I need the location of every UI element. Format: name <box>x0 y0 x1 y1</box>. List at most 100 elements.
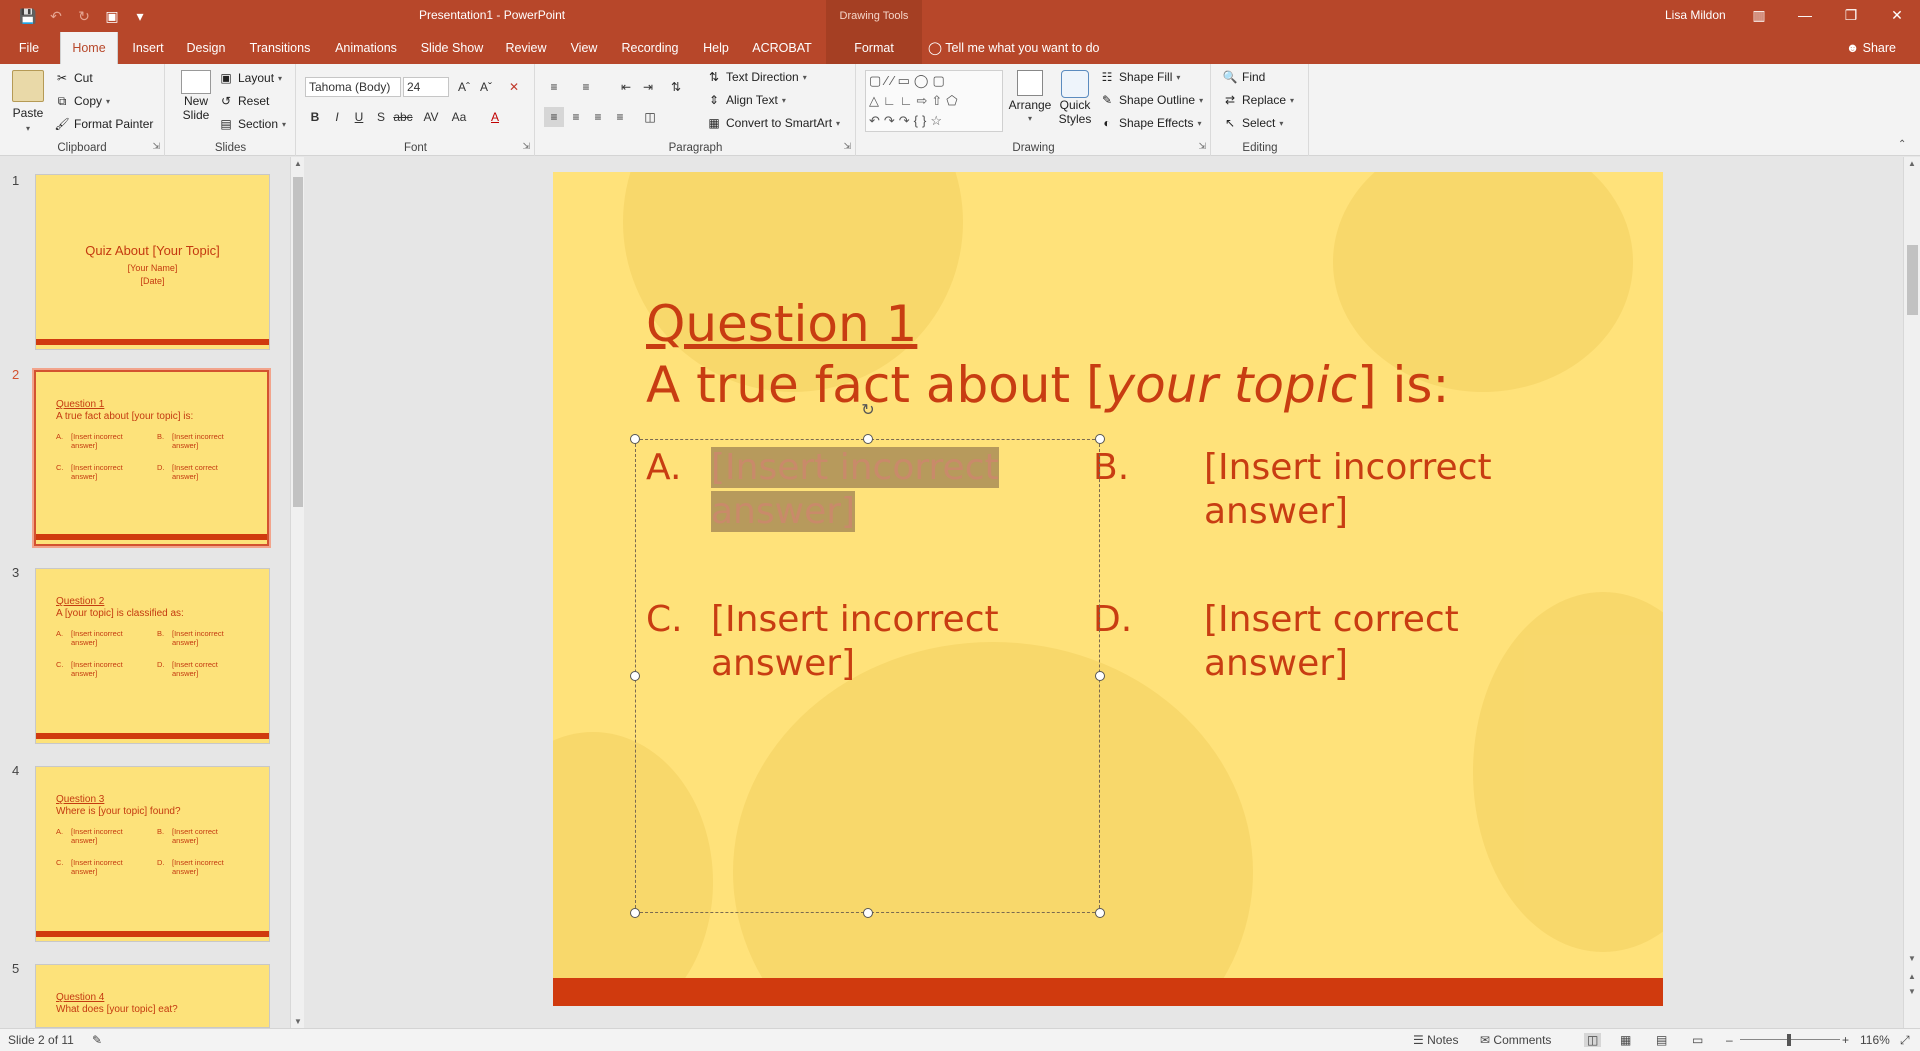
selected-text-box[interactable]: ↻ <box>630 402 1105 918</box>
shape-outline-button[interactable]: ✎ Shape Outline ▾ <box>1099 92 1203 108</box>
align-center-icon[interactable]: ≡ <box>566 107 586 127</box>
font-size-combo[interactable]: 24 <box>403 77 449 97</box>
bold-icon[interactable]: B <box>305 107 325 127</box>
dialog-launcher-icon[interactable]: ⇲ <box>1198 141 1206 152</box>
slide-sorter-icon[interactable]: ▦ <box>1620 1033 1631 1047</box>
line-spacing-icon[interactable]: ⇅ <box>666 77 686 97</box>
slide-question-title[interactable]: Question 1 <box>646 295 917 353</box>
tab-review[interactable]: Review <box>501 32 551 64</box>
paste-button[interactable]: Paste ▾ <box>10 70 46 133</box>
copy-button[interactable]: ⧉ Copy ▾ <box>54 93 110 109</box>
align-right-icon[interactable]: ≡ <box>588 107 608 127</box>
tab-insert[interactable]: Insert <box>128 32 168 64</box>
previous-slide-icon[interactable]: ▲ <box>1908 972 1916 981</box>
slide-scroll-thumb[interactable] <box>1907 245 1918 315</box>
layout-button[interactable]: ▣ Layout ▾ <box>218 70 282 86</box>
dialog-launcher-icon[interactable]: ⇲ <box>522 141 530 152</box>
scroll-up-icon[interactable]: ▲ <box>1908 159 1916 168</box>
tab-animations[interactable]: Animations <box>330 32 402 64</box>
redo-icon[interactable]: ↻ <box>74 6 94 26</box>
columns-icon[interactable]: ◫ <box>640 107 660 127</box>
change-case-icon[interactable]: Aa <box>449 107 469 127</box>
slide-show-icon[interactable]: ▭ <box>1692 1033 1703 1047</box>
resize-handle[interactable] <box>863 908 873 918</box>
resize-handle[interactable] <box>630 671 640 681</box>
user-name[interactable]: Lisa Mildon <box>1665 8 1726 22</box>
tab-transitions[interactable]: Transitions <box>244 32 316 64</box>
resize-handle[interactable] <box>630 434 640 444</box>
select-button[interactable]: ↖ Select ▾ <box>1222 115 1283 131</box>
tab-format[interactable]: Format <box>826 32 922 64</box>
undo-icon[interactable]: ↶ <box>46 6 66 26</box>
strikethrough-icon[interactable]: abc <box>393 107 413 127</box>
bullets-icon[interactable]: ≡ <box>544 77 564 97</box>
minimize-button[interactable]: — <box>1782 0 1828 32</box>
option-text-d[interactable]: [Insert correct answer] <box>1204 598 1459 686</box>
increase-indent-icon[interactable]: ⇥ <box>638 77 658 97</box>
justify-icon[interactable]: ≡ <box>610 107 630 127</box>
slide-thumbnail-1[interactable]: Quiz About [Your Topic] [Your Name] [Dat… <box>35 174 270 350</box>
clear-formatting-icon[interactable]: ✕ <box>504 77 524 97</box>
zoom-slider-thumb[interactable] <box>1787 1034 1791 1046</box>
new-slide-button[interactable]: New Slide <box>176 70 216 122</box>
scroll-up-icon[interactable]: ▲ <box>294 159 302 168</box>
character-spacing-icon[interactable]: AV <box>421 107 441 127</box>
comments-button[interactable]: ✉ Comments <box>1480 1033 1551 1047</box>
zoom-level[interactable]: 116% <box>1860 1033 1890 1047</box>
increase-font-icon[interactable]: Aˆ <box>454 77 474 97</box>
slide-canvas[interactable]: Question 1 A true fact about [your topic… <box>553 172 1663 1006</box>
font-name-combo[interactable]: Tahoma (Body) <box>305 77 401 97</box>
tab-file[interactable]: File <box>12 32 46 64</box>
slide-thumbnail-5[interactable]: Question 4 What does [your topic] eat? <box>35 964 270 1028</box>
format-painter-button[interactable]: 🖌 Format Painter <box>54 116 153 132</box>
next-slide-icon[interactable]: ▼ <box>1908 987 1916 996</box>
restore-button[interactable]: ❐ <box>1828 0 1874 32</box>
notes-button[interactable]: ☰ Notes <box>1413 1033 1458 1047</box>
rotate-handle-icon[interactable]: ↻ <box>858 400 878 420</box>
decrease-font-icon[interactable]: Aˇ <box>476 77 496 97</box>
text-direction-button[interactable]: ⇅ Text Direction ▾ <box>706 69 807 85</box>
tab-home[interactable]: Home <box>60 32 118 64</box>
reset-button[interactable]: ↺ Reset <box>218 93 269 109</box>
option-text-b[interactable]: [Insert incorrect answer] <box>1204 446 1492 534</box>
tab-design[interactable]: Design <box>183 32 229 64</box>
tab-view[interactable]: View <box>565 32 603 64</box>
zoom-out-icon[interactable]: – <box>1726 1033 1733 1047</box>
numbering-icon[interactable]: ≡ <box>576 77 596 97</box>
slide-thumbnail-pane[interactable]: 1 Quiz About [Your Topic] [Your Name] [D… <box>0 157 300 1028</box>
slide-thumbnail-3[interactable]: Question 2 A [your topic] is classified … <box>35 568 270 744</box>
cut-button[interactable]: ✂ Cut <box>54 70 93 86</box>
reading-view-icon[interactable]: ▤ <box>1656 1033 1667 1047</box>
resize-handle[interactable] <box>1095 671 1105 681</box>
share-button[interactable]: ☻ Share <box>1846 32 1896 64</box>
customize-qat-icon[interactable]: ▾ <box>130 6 150 26</box>
resize-handle[interactable] <box>630 908 640 918</box>
thumbnail-scrollbar[interactable]: ▲ ▼ <box>290 157 304 1028</box>
scroll-down-icon[interactable]: ▼ <box>1908 954 1916 963</box>
resize-handle[interactable] <box>1095 434 1105 444</box>
slide-thumbnail-4[interactable]: Question 3 Where is [your topic] found? … <box>35 766 270 942</box>
resize-handle[interactable] <box>863 434 873 444</box>
shadow-icon[interactable]: S <box>371 107 391 127</box>
close-button[interactable]: ✕ <box>1874 0 1920 32</box>
scroll-down-icon[interactable]: ▼ <box>294 1017 302 1026</box>
dialog-launcher-icon[interactable]: ⇲ <box>843 141 851 152</box>
font-color-icon[interactable]: A <box>485 107 505 127</box>
slide-vertical-scrollbar[interactable]: ▲ ▼ ▲ ▼ <box>1903 157 1920 1028</box>
replace-button[interactable]: ⇄ Replace ▾ <box>1222 92 1294 108</box>
resize-handle[interactable] <box>1095 908 1105 918</box>
tab-recording[interactable]: Recording <box>617 32 683 64</box>
underline-icon[interactable]: U <box>349 107 369 127</box>
shape-effects-button[interactable]: ◐ Shape Effects ▾ <box>1099 115 1201 131</box>
fit-to-window-icon[interactable]: ⤢ <box>1900 1033 1910 1048</box>
shapes-gallery[interactable]: ▢∕∕▭◯▢ △∟∟⇨⇧⬠ ↶↷↷{}☆ <box>865 70 1003 132</box>
align-left-icon[interactable]: ≡ <box>544 107 564 127</box>
thumbnail-scroll-thumb[interactable] <box>293 177 303 507</box>
collapse-ribbon-icon[interactable]: ⌃ <box>1898 139 1906 150</box>
slide-prompt[interactable]: A true fact about [your topic] is: <box>646 356 1449 414</box>
find-button[interactable]: 🔍 Find <box>1222 69 1266 85</box>
ribbon-display-options-icon[interactable]: ▥ <box>1736 0 1782 32</box>
spelling-icon[interactable]: ✎ <box>92 1033 102 1047</box>
convert-to-smartart-button[interactable]: ▦ Convert to SmartArt ▾ <box>706 115 840 131</box>
present-icon[interactable]: ▣ <box>102 6 122 26</box>
